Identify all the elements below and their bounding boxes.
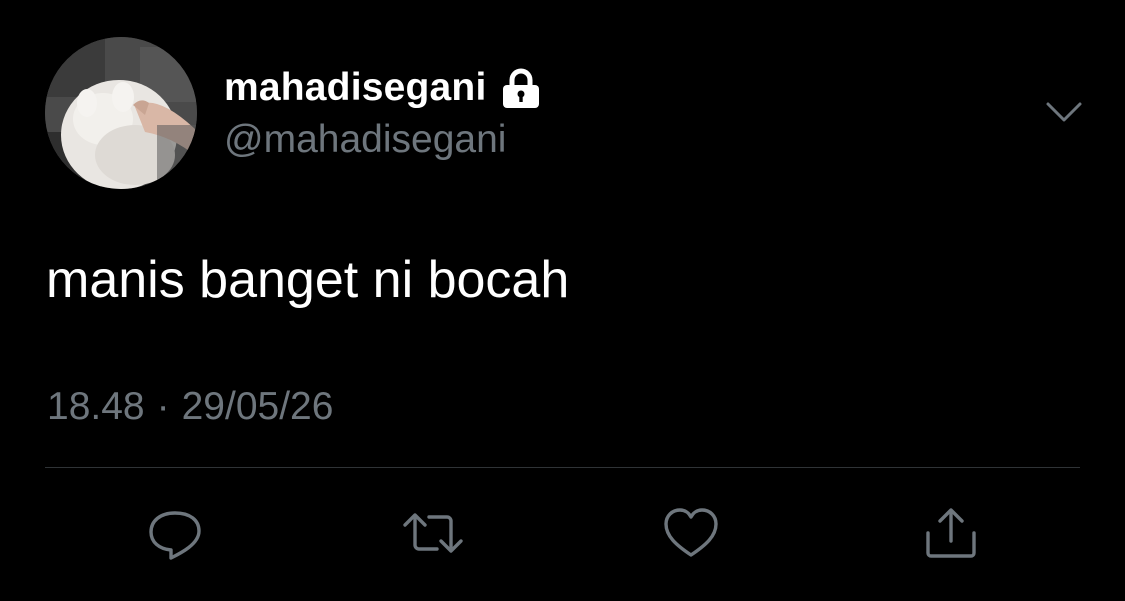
avatar[interactable] xyxy=(45,37,197,189)
display-name[interactable]: mahadisegani xyxy=(224,66,487,110)
like-button[interactable] xyxy=(660,505,722,561)
share-icon xyxy=(926,508,976,558)
reply-icon xyxy=(149,511,201,560)
divider xyxy=(45,467,1080,468)
tweet-card: mahadisegani @mahadisegani manis banget … xyxy=(0,0,1125,601)
retweet-icon xyxy=(403,513,463,553)
tweet-timestamp[interactable]: 18.48 · 29/05/26 xyxy=(47,384,333,430)
share-button[interactable] xyxy=(920,505,982,561)
heart-icon xyxy=(664,508,718,557)
meta-separator: · xyxy=(156,385,170,428)
tweet-date: 29/05/26 xyxy=(181,385,334,428)
user-handle[interactable]: @mahadisegani xyxy=(224,118,506,162)
chevron-down-icon[interactable] xyxy=(1044,98,1084,126)
tweet-time: 18.48 xyxy=(47,385,145,428)
tweet-text: manis banget ni bocah xyxy=(46,251,570,309)
avatar-image xyxy=(45,37,197,189)
display-name-row: mahadisegani xyxy=(224,66,541,110)
lock-icon xyxy=(501,67,541,109)
reply-button[interactable] xyxy=(144,505,206,561)
retweet-button[interactable] xyxy=(402,505,464,561)
